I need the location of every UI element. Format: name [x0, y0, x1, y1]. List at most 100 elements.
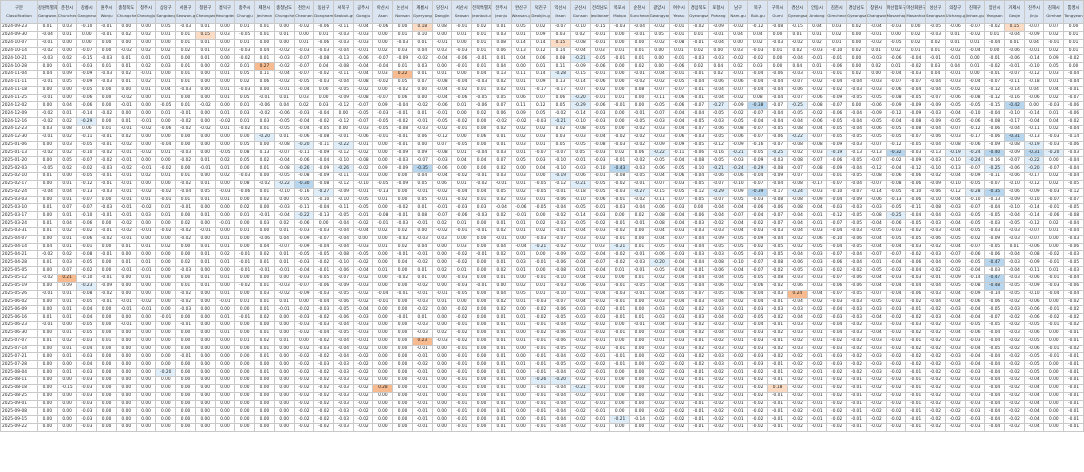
table-cell: -0.04 [648, 234, 670, 244]
table-cell: -0.01 [530, 274, 552, 283]
column-header-en: Gongju [356, 12, 371, 18]
table-cell: -0.05 [648, 156, 670, 166]
table-cell: 0.00 [1043, 156, 1065, 166]
table-cell: -0.02 [786, 360, 808, 370]
table-cell: -0.02 [1063, 321, 1084, 330]
table-cell: -0.02 [786, 352, 808, 362]
table-cell: -0.06 [727, 289, 749, 299]
table-cell: -0.25 [767, 148, 788, 158]
table-cell: 0.01 [905, 46, 927, 56]
table-cell: -0.07 [747, 132, 769, 142]
table-cell: -0.01 [767, 415, 788, 425]
table-cell: -0.01 [767, 321, 788, 330]
table-cell: 0.00 [629, 391, 650, 401]
table-cell: -0.01 [688, 415, 709, 425]
row-date: 2025-02-10 [0, 172, 38, 181]
table-cell: -0.04 [984, 352, 1005, 362]
table-cell: -0.07 [76, 46, 98, 56]
column-header-en: Gunsan [572, 12, 588, 18]
table-cell: -0.01 [984, 54, 1005, 64]
column-header: 남구 Nam-gu [727, 0, 749, 24]
table-cell: 0.00 [37, 360, 58, 370]
table-cell: 0.09 [372, 164, 394, 174]
table-cell: -0.05 [727, 117, 749, 126]
table-cell: -0.03 [214, 187, 236, 197]
table-cell: -0.06 [984, 297, 1005, 307]
table-cell: 0.02 [905, 38, 927, 48]
table-cell: 0.00 [96, 391, 117, 401]
table-cell: 0.00 [510, 352, 532, 362]
column-header-kr: 경산시 [791, 6, 804, 12]
table-cell: 0.00 [37, 140, 58, 150]
table-cell: 0.00 [629, 399, 650, 409]
table-cell: -0.05 [352, 109, 374, 119]
table-cell: 0.00 [234, 360, 256, 370]
table-cell: 0.00 [37, 156, 58, 166]
table-cell: -0.07 [550, 23, 571, 32]
table-cell: 0.00 [234, 321, 256, 330]
table-cell: -0.15 [569, 70, 591, 79]
table-cell: -0.01 [411, 344, 433, 354]
table-row: 2025-05-26 -0.01 0.01 -0.08 -0.02 0.00 0.00 0.0… [0, 289, 1084, 299]
table-cell: 0.11 [510, 70, 532, 79]
table-cell: 0.00 [885, 30, 907, 40]
table-cell: -0.12 [826, 211, 848, 221]
table-cell: 0.05 [510, 156, 532, 166]
table-cell: -0.01 [96, 226, 117, 236]
table-cell: -0.04 [964, 46, 986, 56]
table-cell: 0.00 [451, 297, 473, 307]
table-cell: 0.00 [273, 313, 295, 323]
table-cell: 0.00 [372, 336, 394, 346]
table-cell: 0.01 [155, 54, 177, 64]
table-cell: -0.08 [352, 77, 374, 87]
table-cell: -0.10 [569, 117, 591, 126]
table-cell: -0.02 [352, 85, 374, 95]
table-cell: 0.05 [550, 140, 571, 150]
table-row: 2025-06-16 0.01 0.01 -0.04 0.00 0.00 0.00 -0.01… [0, 313, 1084, 323]
table-cell: 0.02 [115, 70, 137, 79]
table-cell: 0.04 [925, 70, 946, 79]
table-cell: 0.00 [194, 62, 216, 72]
table-cell: -0.04 [510, 242, 532, 252]
table-cell: -0.02 [1003, 336, 1025, 346]
table-cell: 0.00 [155, 38, 177, 48]
table-cell: -0.01 [530, 383, 552, 393]
column-header-kr: 여수시 [672, 6, 685, 12]
row-date: 2025-09-22 [0, 423, 38, 432]
table-cell: -0.02 [352, 219, 374, 228]
table-cell: 0.02 [56, 132, 78, 142]
table-cell: -0.01 [727, 305, 749, 315]
table-cell: -0.08 [333, 62, 354, 72]
table-cell: 0.00 [273, 360, 295, 370]
table-cell: 0.07 [530, 93, 552, 103]
table-cell: 0.02 [392, 242, 413, 252]
table-cell: 0.00 [372, 274, 394, 283]
table-cell: -0.24 [727, 164, 749, 174]
table-cell: -0.12 [1023, 70, 1045, 79]
table-cell: 0.00 [214, 179, 236, 189]
table-cell: -0.12 [984, 85, 1005, 95]
table-cell: -0.05 [846, 289, 867, 299]
column-header-kr: 당진시 [436, 6, 448, 12]
table-cell: -0.02 [194, 101, 216, 111]
table-cell: 0.01 [510, 85, 532, 95]
table-cell: -0.05 [372, 179, 394, 189]
table-cell: 0.00 [530, 172, 552, 181]
table-cell: 0.01 [155, 30, 177, 40]
table-cell: -0.02 [1003, 399, 1025, 409]
table-cell: 0.00 [37, 266, 58, 275]
table-cell: 0.00 [431, 258, 453, 268]
table-cell: 0.01 [1003, 242, 1025, 252]
table-cell: 0.00 [37, 85, 58, 95]
table-cell: -0.02 [175, 117, 196, 126]
table-cell: 0.02 [254, 313, 275, 323]
column-header: 춘천시Chuncheon [56, 0, 78, 24]
table-cell: 0.08 [234, 179, 256, 189]
table-cell: -0.02 [589, 328, 611, 338]
table-cell: -0.03 [846, 328, 867, 338]
table-cell: -0.04 [846, 124, 867, 134]
column-header-kr: 논산시 [396, 6, 409, 12]
table-cell: -0.01 [411, 117, 433, 126]
table-cell: -0.05 [569, 140, 591, 150]
table-cell: -0.05 [688, 179, 709, 189]
